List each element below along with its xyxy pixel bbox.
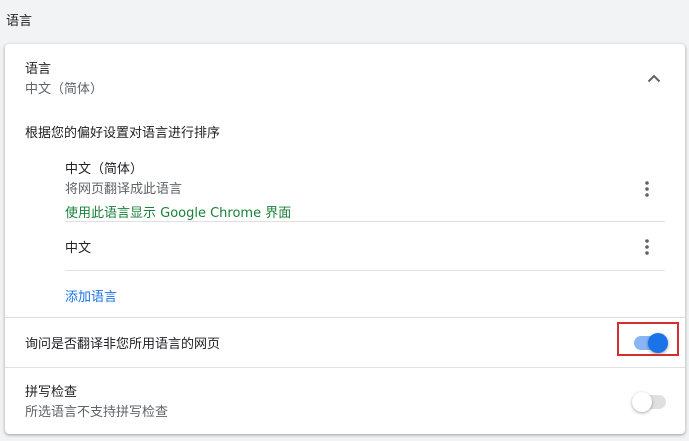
language-item-zh-cn: 中文（简体）	[65, 158, 143, 177]
translate-note: 将网页翻译成此语言	[65, 182, 183, 197]
language-item-zh: 中文	[65, 241, 92, 256]
language-more-button[interactable]	[635, 235, 659, 259]
divider	[5, 317, 685, 318]
translate-prompt-label: 询问是否翻译非您所用语言的网页	[25, 337, 221, 352]
more-vert-icon	[645, 239, 649, 255]
chevron-up-icon	[647, 68, 661, 87]
spellcheck-toggle[interactable]	[632, 392, 666, 412]
divider	[5, 367, 685, 368]
display-ui-note: 使用此语言显示 Google Chrome 界面	[65, 206, 292, 221]
highlight-box	[617, 322, 679, 356]
page-title: 语言	[6, 14, 33, 29]
current-language: 中文（简体）	[25, 82, 104, 97]
language-more-button[interactable]	[635, 177, 659, 201]
language-section-title: 语言	[25, 62, 52, 77]
language-settings-card: 语言 中文（简体） 根据您的偏好设置对语言进行排序 中文（简体） 将网页翻译成此…	[5, 44, 685, 434]
language-name: 中文（简体）	[65, 162, 144, 177]
spellcheck-title: 拼写检查	[25, 385, 78, 400]
add-language-link[interactable]: 添加语言	[65, 286, 117, 305]
spellcheck-subtitle: 所选语言不支持拼写检查	[25, 405, 169, 420]
order-hint: 根据您的偏好设置对语言进行排序	[25, 126, 221, 141]
divider	[65, 270, 665, 271]
more-vert-icon	[645, 181, 649, 197]
divider	[65, 221, 665, 222]
collapse-button[interactable]	[643, 66, 665, 88]
